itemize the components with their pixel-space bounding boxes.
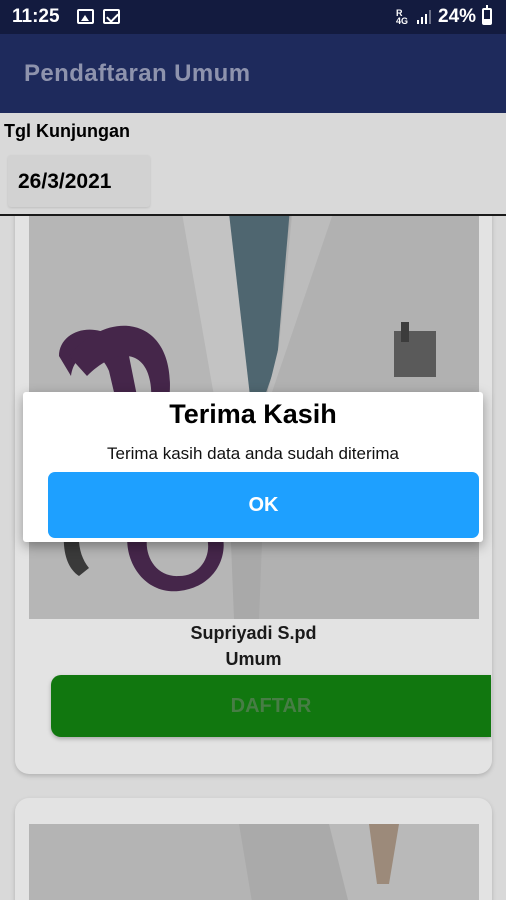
doctor-photo [29, 824, 479, 900]
dialog-message: Terima kasih data anda sudah diterima [107, 444, 399, 463]
doctor-card [15, 798, 492, 900]
dialog-title: Terima Kasih [169, 399, 337, 429]
app-bar: Pendaftaran Umum [0, 34, 506, 113]
visit-date-value: 26/3/2021 [18, 170, 112, 193]
network-type-bottom: 4G [396, 16, 409, 26]
signal-icon [417, 10, 431, 24]
gallery-icon [77, 9, 94, 24]
doctor-poly: Umum [225, 649, 282, 669]
doctor-list[interactable]: Supriyadi S.pd Umum DAFTAR [0, 216, 506, 900]
visit-date-label: Tgl Kunjungan [4, 121, 130, 141]
battery-icon [482, 5, 492, 25]
visit-date-picker[interactable]: 26/3/2021 [8, 155, 150, 207]
battery-percent: 24% [438, 6, 477, 27]
status-time: 11:25 [12, 6, 60, 27]
mail-icon [103, 9, 120, 24]
status-bar: 11:25 R 4G 24% [0, 0, 506, 34]
daftar-button[interactable]: DAFTAR [51, 675, 491, 737]
doctor-name: Supriyadi S.pd [190, 623, 317, 643]
data-icon: R 4G [396, 9, 409, 26]
thank-you-dialog: Terima Kasih Terima kasih data anda suda… [23, 392, 483, 542]
app-title: Pendaftaran Umum [24, 60, 251, 87]
ok-button[interactable]: OK [48, 472, 479, 538]
